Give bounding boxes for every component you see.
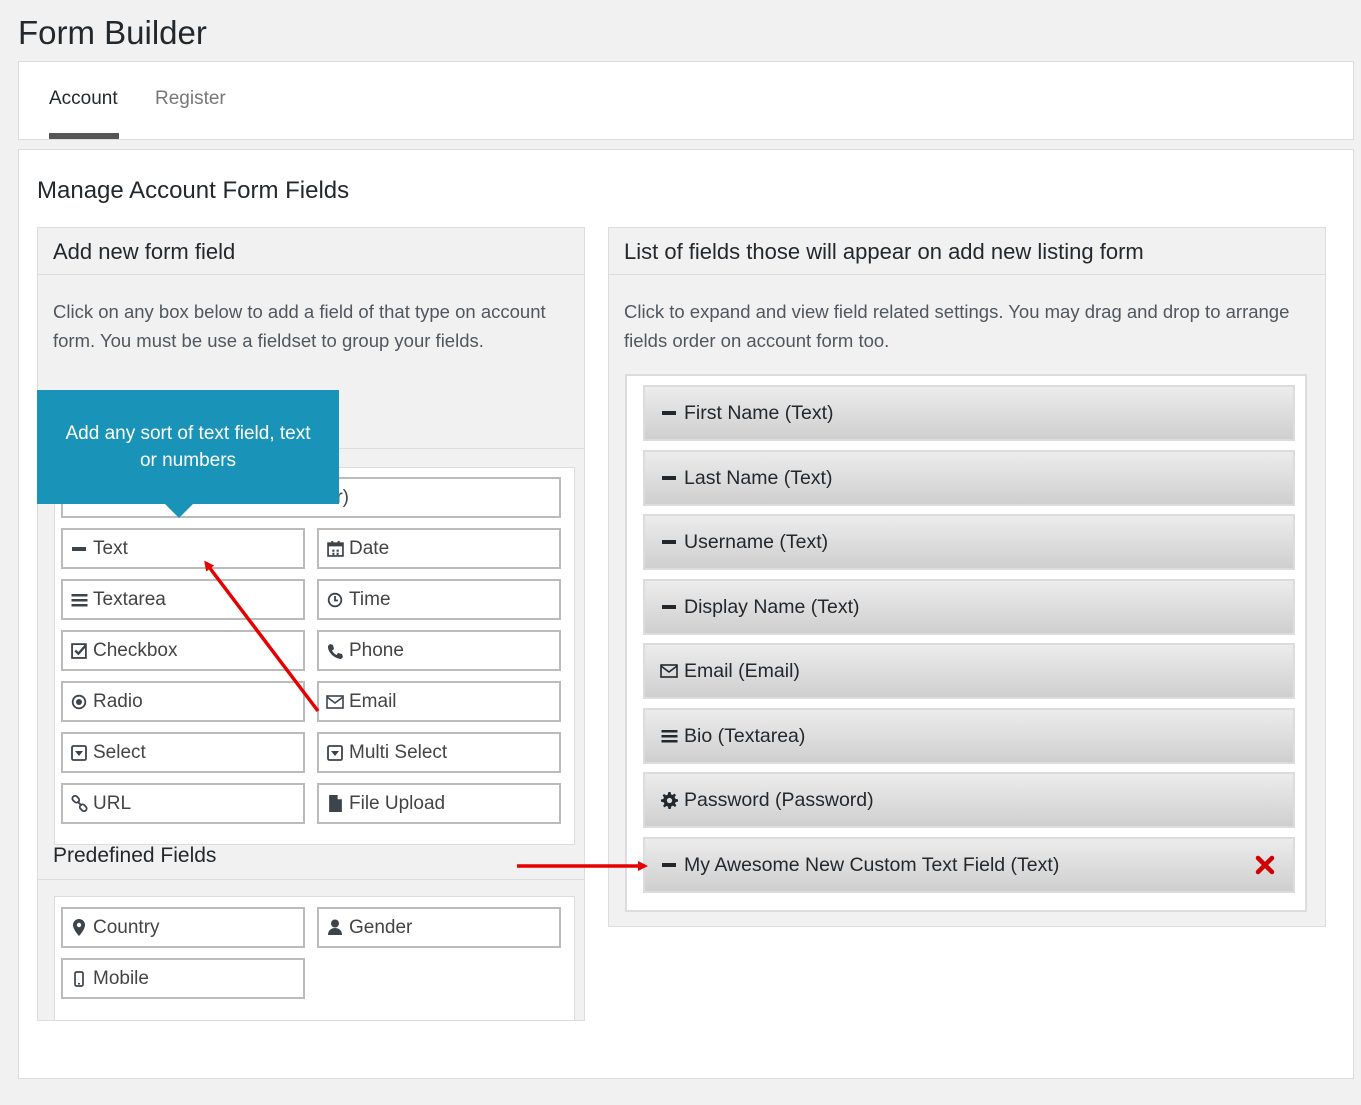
field-type-time-button[interactable]: Time — [317, 579, 561, 620]
tab-account[interactable]: Account — [49, 88, 118, 110]
calendar-icon — [326, 540, 344, 558]
fields-list-panel-title: List of fields those will appear on add … — [609, 228, 1325, 275]
minus-icon — [660, 856, 678, 874]
predefined-mobile-button[interactable]: Mobile — [61, 958, 305, 999]
form-field-item-display-name[interactable]: Display Name (Text) — [643, 579, 1295, 635]
minus-icon — [660, 469, 678, 487]
field-type-label: Checkbox — [93, 639, 178, 661]
field-type-label: Email — [349, 690, 397, 712]
form-field-item-label: Display Name (Text) — [684, 595, 860, 618]
delete-field-icon[interactable] — [1255, 851, 1275, 882]
envelope-icon — [326, 693, 344, 711]
predefined-gender-button[interactable]: Gender — [317, 907, 561, 948]
minus-icon — [70, 540, 88, 558]
predefined-country-button[interactable]: Country — [61, 907, 305, 948]
active-tab-indicator — [49, 133, 119, 139]
field-type-phone-button[interactable]: Phone — [317, 630, 561, 671]
tooltip-callout: Add any sort of text field, text or numb… — [37, 390, 339, 518]
clock-icon — [326, 591, 344, 609]
field-type-file-upload-button[interactable]: File Upload — [317, 783, 561, 824]
link-icon — [70, 795, 88, 813]
predefined-label: Gender — [349, 916, 413, 938]
user-icon — [326, 919, 344, 937]
predefined-label: Country — [93, 916, 160, 938]
field-type-label: Date — [349, 537, 390, 559]
map-marker-icon — [70, 919, 88, 937]
dot-circle-icon — [70, 693, 88, 711]
add-field-description: Click on any box below to add a field of… — [53, 301, 546, 351]
tooltip-tail — [165, 504, 193, 518]
form-field-item-username[interactable]: Username (Text) — [643, 514, 1295, 570]
fields-list-description: Click to expand and view field related s… — [624, 301, 1290, 351]
bars-icon — [70, 591, 88, 609]
caret-square-icon — [326, 744, 344, 762]
field-type-label: Phone — [349, 639, 404, 661]
field-type-textarea-button[interactable]: Textarea — [61, 579, 305, 620]
add-field-panel-title: Add new form field — [38, 228, 584, 275]
divider — [38, 879, 584, 880]
tooltip-text: Add any sort of text field, text or numb… — [65, 423, 311, 471]
form-field-item-last-name[interactable]: Last Name (Text) — [643, 450, 1295, 506]
field-type-label: Time — [349, 588, 391, 610]
field-type-url-button[interactable]: URL — [61, 783, 305, 824]
form-field-item-first-name[interactable]: First Name (Text) — [643, 385, 1295, 441]
form-field-item-bio[interactable]: Bio (Textarea) — [643, 708, 1295, 764]
field-type-label: Multi Select — [349, 741, 448, 763]
form-field-item-password[interactable]: Password (Password) — [643, 772, 1295, 828]
field-type-radio-button[interactable]: Radio — [61, 681, 305, 722]
field-type-label: Select — [93, 741, 146, 763]
field-type-label: File Upload — [349, 792, 446, 814]
form-field-item-label: Last Name (Text) — [684, 466, 833, 489]
caret-square-icon — [70, 744, 88, 762]
check-square-icon — [70, 642, 88, 660]
bars-icon — [660, 727, 678, 745]
field-type-text-button[interactable]: Text — [61, 528, 305, 569]
predefined-fields-title: Predefined Fields — [53, 844, 217, 867]
field-type-checkbox-button[interactable]: Checkbox — [61, 630, 305, 671]
main-content: Manage Account Form Fields Add new form … — [18, 149, 1354, 1079]
field-type-label: URL — [93, 792, 132, 814]
field-type-multi-select-button[interactable]: Multi Select — [317, 732, 561, 773]
minus-icon — [660, 533, 678, 551]
predefined-label: Mobile — [93, 967, 149, 989]
field-types-box: r) Text Date Textarea Time Checkbox Phon… — [54, 467, 575, 845]
form-field-item-email[interactable]: Email (Email) — [643, 643, 1295, 699]
form-field-item-label: My Awesome New Custom Text Field (Text) — [684, 853, 1060, 876]
form-field-item-label: Password (Password) — [684, 788, 874, 811]
mobile-icon — [70, 970, 88, 988]
file-icon — [326, 795, 344, 813]
page-title: Form Builder — [18, 14, 207, 51]
minus-icon — [660, 598, 678, 616]
predefined-fields-box: Country Gender Mobile — [54, 896, 575, 1021]
envelope-icon — [660, 662, 678, 680]
form-field-item-custom-text[interactable]: My Awesome New Custom Text Field (Text) — [643, 837, 1295, 893]
field-type-email-button[interactable]: Email — [317, 681, 561, 722]
field-type-select-button[interactable]: Select — [61, 732, 305, 773]
form-fields-list-panel: List of fields those will appear on add … — [608, 227, 1326, 927]
field-type-label: Textarea — [93, 588, 166, 610]
field-type-label: Text — [93, 537, 128, 559]
tabs-bar: Account Register — [18, 61, 1354, 140]
phone-icon — [326, 642, 344, 660]
form-field-item-label: Username (Text) — [684, 530, 829, 553]
section-title: Manage Account Form Fields — [37, 177, 350, 204]
form-field-item-label: First Name (Text) — [684, 401, 834, 424]
minus-icon — [660, 404, 678, 422]
form-field-item-label: Email (Email) — [684, 659, 800, 682]
add-field-panel: Add new form field Click on any box belo… — [37, 227, 585, 1021]
field-type-label: Radio — [93, 690, 143, 712]
field-type-date-button[interactable]: Date — [317, 528, 561, 569]
gear-icon — [660, 791, 678, 809]
fields-sortable-list: First Name (Text) Last Name (Text) Usern… — [625, 374, 1307, 912]
tab-register[interactable]: Register — [155, 88, 226, 110]
form-field-item-label: Bio (Textarea) — [684, 724, 806, 747]
